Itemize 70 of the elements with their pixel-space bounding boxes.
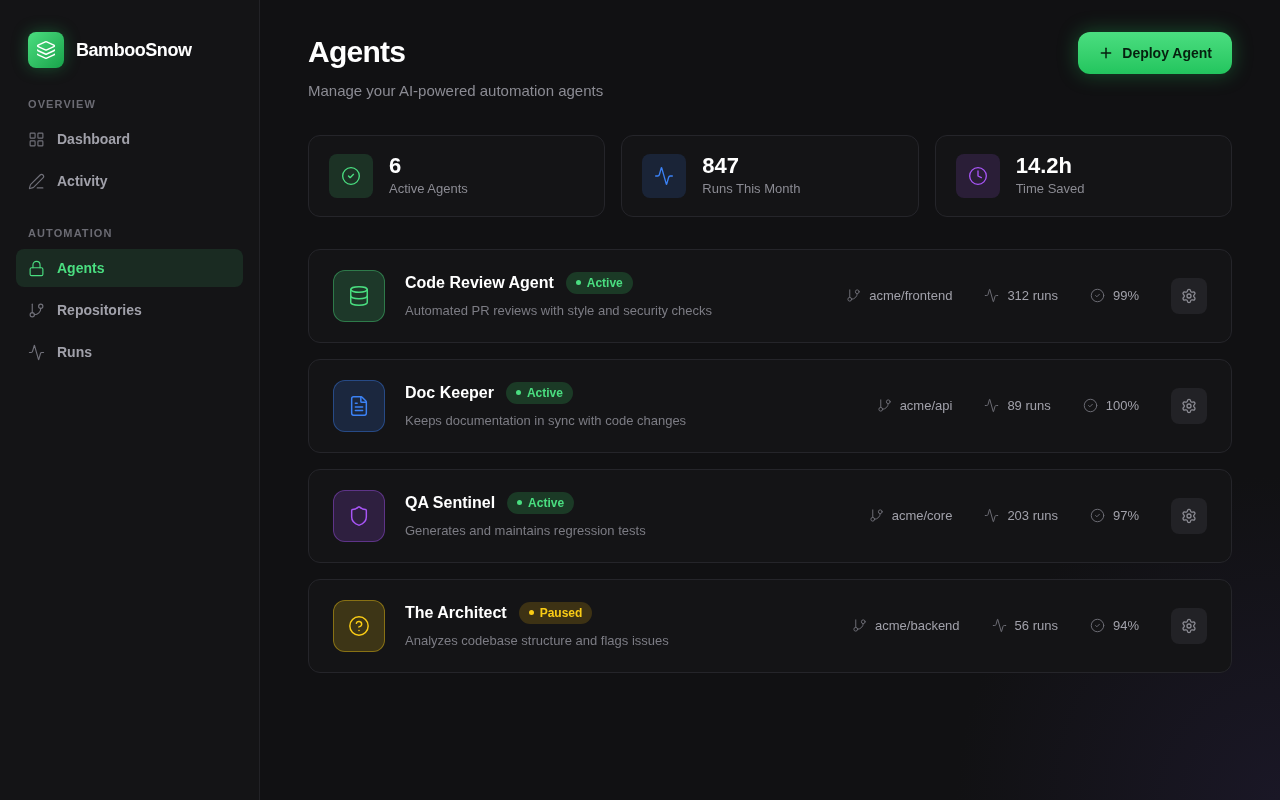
page-subtitle: Manage your AI-powered automation agents [308, 81, 604, 101]
stat-label: Runs This Month [702, 179, 801, 198]
pulse-icon [984, 288, 1000, 303]
nav-item[interactable]: Dashboard [16, 120, 243, 159]
runs-count: 89 runs [1007, 396, 1051, 415]
branch-icon [852, 618, 868, 633]
agent-name: QA Sentinel [405, 492, 496, 513]
stat-value: 14.2h [1015, 152, 1073, 179]
settings-button[interactable] [1171, 277, 1207, 314]
section-heading: OVERVIEW [27, 97, 97, 112]
stat-label: Active Agents [389, 179, 468, 198]
success-rate: 97% [1112, 506, 1139, 525]
settings-icon [1181, 397, 1197, 414]
repo-label: acme/frontend [869, 286, 953, 305]
settings-button[interactable] [1171, 607, 1207, 644]
settings-button[interactable] [1171, 387, 1207, 424]
nav-item[interactable]: Runs [16, 333, 243, 371]
agent-description: Automated PR reviews with style and security checks [405, 301, 714, 320]
status-badge: Paused [518, 601, 593, 624]
status-badge: Active [507, 491, 575, 514]
check-circle-icon [1089, 618, 1105, 633]
branch-icon [876, 398, 892, 413]
success-rate: 100% [1105, 396, 1139, 415]
stat-value: 847 [702, 152, 741, 179]
page-title: Agents [308, 34, 407, 70]
nav-item[interactable]: Repositories [16, 291, 243, 329]
pulse-icon [984, 508, 1000, 523]
clock-icon [967, 165, 988, 186]
brand-name: BambooSnow [76, 38, 192, 62]
runs-count: 203 runs [1007, 506, 1058, 525]
stat-value: 6 [389, 152, 403, 179]
lock-icon [28, 259, 45, 277]
layers-icon [36, 40, 56, 60]
pen-icon [28, 173, 45, 190]
check-circle-icon [1089, 288, 1105, 303]
pulse-icon [984, 398, 1000, 413]
repo-label: acme/backend [875, 616, 960, 635]
branch-icon [28, 301, 45, 319]
settings-button[interactable] [1171, 497, 1207, 534]
branch-icon [846, 288, 862, 303]
agent-description: Generates and maintains regression tests [405, 521, 647, 540]
check-circle-icon [1089, 508, 1105, 523]
pulse-icon [654, 165, 675, 186]
success-rate: 99% [1112, 286, 1139, 305]
status-badge: Active [565, 271, 633, 294]
stat-label: Time Saved [1015, 179, 1085, 198]
check-circle-icon [1082, 398, 1098, 413]
settings-icon [1181, 287, 1197, 304]
grid-icon [28, 131, 45, 148]
success-rate: 94% [1112, 616, 1139, 635]
repo-label: acme/core [891, 506, 953, 525]
runs-count: 56 runs [1014, 616, 1058, 635]
agent-name: Code Review Agent [405, 272, 554, 293]
nav-item[interactable]: Activity [16, 162, 243, 201]
agent-name: Doc Keeper [405, 382, 494, 403]
agent-description: Keeps documentation in sync with code changes [405, 411, 688, 430]
branch-icon [868, 508, 884, 523]
pulse-icon [28, 343, 45, 361]
agent-description: Analyzes codebase structure and flags issues [405, 631, 670, 650]
repo-label: acme/api [899, 396, 953, 415]
section-heading: AUTOMATION [27, 225, 114, 241]
deploy-button[interactable]: Deploy Agent [1078, 32, 1232, 74]
runs-count: 312 runs [1007, 286, 1058, 305]
pulse-icon [991, 618, 1007, 633]
nav-item[interactable]: Agents [16, 249, 243, 287]
settings-icon [1181, 507, 1197, 524]
status-badge: Active [505, 381, 573, 404]
settings-icon [1181, 617, 1197, 634]
check-circle-icon [341, 165, 361, 186]
agent-name: The Architect [405, 602, 507, 623]
